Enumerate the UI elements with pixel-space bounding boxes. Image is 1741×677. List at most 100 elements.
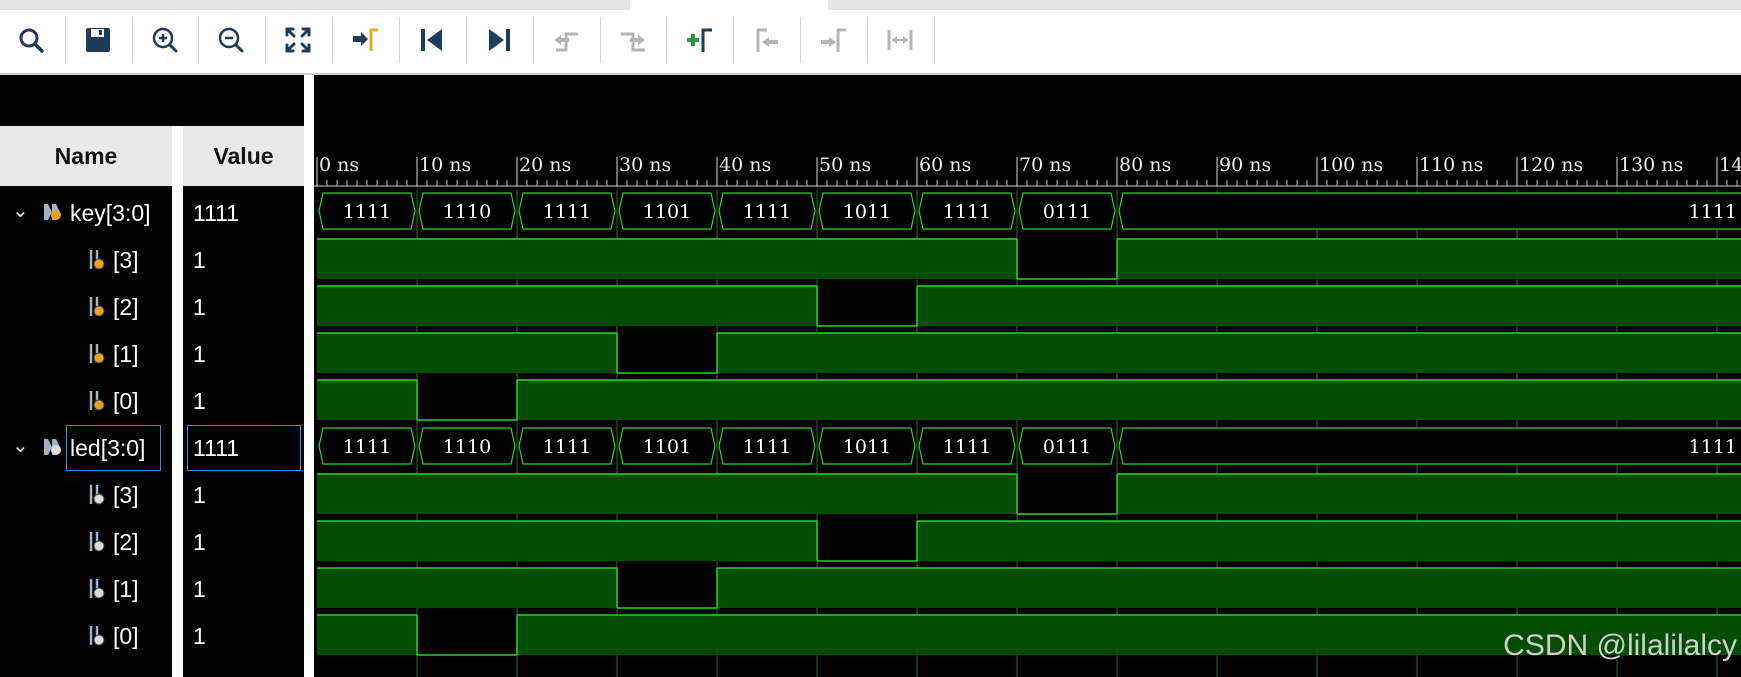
toolbar-separator [265,17,266,63]
high-level [617,615,717,655]
high-level [617,521,717,561]
signal-row[interactable]: [0] 1 [0,613,304,657]
zoom-in-button[interactable] [143,20,187,60]
signal-name[interactable]: [2] [113,294,139,321]
high-level [617,380,717,420]
high-level [517,239,617,279]
high-level [1117,286,1741,326]
toolbar-separator [332,17,333,63]
high-level [917,474,1017,514]
bus-value-label: 1111 [543,436,591,458]
signal-name[interactable]: [3] [113,247,139,274]
signal-name[interactable]: [3] [113,482,139,509]
add-marker-button[interactable] [677,20,721,60]
next-marker-icon [821,28,846,52]
signal-row[interactable]: [2] 1 [0,284,304,328]
timeline-label: 100 ns [1319,154,1383,176]
next-marker-button[interactable] [811,20,855,60]
active-window-tab[interactable] [630,0,828,10]
high-level [517,474,617,514]
signal-name[interactable]: [1] [113,576,139,603]
signal-value: 1 [193,529,206,555]
zoom-out-button[interactable] [209,20,253,60]
bit-signal-icon [89,532,105,552]
timeline-label: 130 ns [1619,154,1683,176]
signal-value: 1 [193,482,206,508]
bus-value-label: 1111 [1689,201,1737,223]
signal-name[interactable]: [2] [113,529,139,556]
timeline-label: 10 ns [419,154,471,176]
high-level [817,333,917,373]
signal-name[interactable]: [1] [113,341,139,368]
signal-name[interactable]: key[3:0] [70,200,151,227]
bus-segment [1118,192,1741,230]
high-level [517,380,617,420]
high-level [817,380,917,420]
previous-marker-icon [756,28,778,52]
expand-chevron-icon[interactable]: ⌄ [12,433,29,458]
swap-cursors-icon [887,30,913,50]
signal-name[interactable]: [0] [113,623,139,650]
high-level [417,286,517,326]
bit-signal-icon [89,626,105,646]
high-level [317,521,417,561]
signal-name[interactable]: [0] [113,388,139,415]
zoom-fit-button[interactable] [276,20,320,60]
high-level [917,568,1017,608]
toolbar-separator [132,17,133,63]
high-level [317,239,417,279]
timeline-label: 40 ns [719,154,771,176]
high-level [517,333,617,373]
toolbar-separator [733,17,734,63]
high-level [717,615,817,655]
signal-row[interactable]: ⌄ led[3:0] 1111 [0,425,304,471]
high-level [917,521,1017,561]
signal-value: 1 [193,341,206,367]
signal-row[interactable]: [0] 1 [0,378,304,422]
value-column-header[interactable]: Value [183,126,304,186]
go-to-end-button[interactable] [477,20,521,60]
window-tab-strip [0,0,1741,10]
high-level [817,474,917,514]
search-icon [19,28,44,53]
save-button[interactable] [76,20,120,60]
high-level [917,286,1017,326]
go-to-cursor-icon [353,28,378,51]
timeline-label: 20 ns [519,154,571,176]
next-transition-button[interactable] [611,20,655,60]
high-level [517,286,617,326]
search-button[interactable] [9,20,53,60]
bus-signal-icon [44,204,61,220]
bus-value-label: 1011 [843,436,891,458]
signal-row[interactable]: [1] 1 [0,566,304,610]
waveform-viewer[interactable]: 0 ns 10 ns 20 ns 30 ns 40 ns 50 ns 60 ns 70 ns 8… [314,75,1741,677]
bus-value-label: 1111 [543,201,591,223]
high-level [917,380,1017,420]
signal-value: 1 [193,388,206,414]
name-column-header[interactable]: Name [0,126,172,186]
signal-row[interactable]: [2] 1 [0,519,304,563]
pane-splitter[interactable] [304,75,314,677]
signal-row[interactable]: [1] 1 [0,331,304,375]
signal-row[interactable]: ⌄ key[3:0] 1111 [0,190,304,234]
bus-value-label: 1111 [943,436,991,458]
bus-value-label: 1011 [843,201,891,223]
bus-value-label: 1101 [643,436,691,458]
signal-row[interactable]: [3] 1 [0,472,304,516]
go-to-start-button[interactable] [410,20,454,60]
bit-signal-icon [89,297,105,317]
bus-value-label: 1111 [1689,436,1737,458]
high-level [917,239,1017,279]
bus-signal-icon [44,439,61,455]
previous-marker-button[interactable] [744,20,788,60]
toolbar-separator [65,17,66,63]
previous-transition-button[interactable] [544,20,588,60]
signal-row[interactable]: [3] 1 [0,237,304,281]
timeline-label: 80 ns [1119,154,1171,176]
expand-chevron-icon[interactable]: ⌄ [12,198,29,223]
bit-signal-icon [89,250,105,270]
go-to-cursor-button[interactable] [343,20,387,60]
high-level [717,239,817,279]
swap-cursors-button[interactable] [878,20,922,60]
bus-value-label: 1110 [443,201,491,223]
